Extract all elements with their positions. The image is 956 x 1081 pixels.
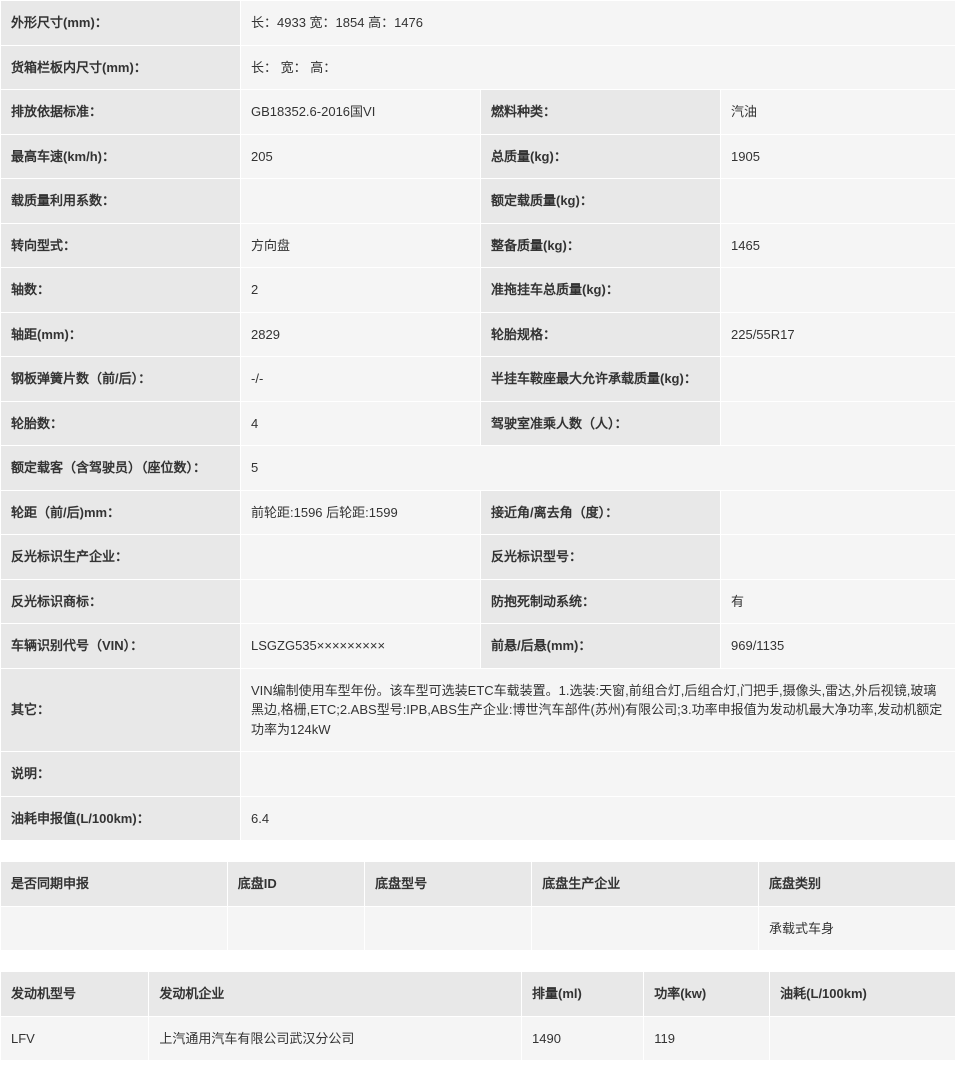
semitrailer-value	[721, 357, 956, 402]
other-label: 其它：	[1, 668, 241, 752]
loadfactor-label: 载质量利用系数：	[1, 179, 241, 224]
ratedpass-value: 5	[241, 446, 956, 491]
other-value: VIN编制使用车型年份。该车型可选装ETC车载装置。1.选装:天窗,前组合灯,后…	[241, 668, 956, 752]
fuel-value: 汽油	[721, 90, 956, 135]
semitrailer-label: 半挂车鞍座最大允许承载质量(kg)：	[481, 357, 721, 402]
engine-row-displacement: 1490	[522, 1016, 644, 1061]
abs-value: 有	[721, 579, 956, 624]
dimensions-label: 外形尺寸(mm)：	[1, 1, 241, 46]
cargo-value: 长： 宽： 高：	[241, 45, 956, 90]
cabseats-label: 驾驶室准乘人数（人）：	[481, 401, 721, 446]
chassis-table: 是否同期申报 底盘ID 底盘型号 底盘生产企业 底盘类别 承载式车身	[0, 861, 956, 951]
axles-label: 轴数：	[1, 268, 241, 313]
engine-header-mfr: 发动机企业	[149, 972, 522, 1017]
fuelcons-label: 油耗申报值(L/100km)：	[1, 796, 241, 841]
totalmass-label: 总质量(kg)：	[481, 134, 721, 179]
reflectbrand-value	[241, 579, 481, 624]
ratedpass-label: 额定载客（含驾驶员）（座位数）：	[1, 446, 241, 491]
fuel-label: 燃料种类：	[481, 90, 721, 135]
chassis-row-mfr	[532, 906, 759, 951]
track-value: 前轮距:1596 后轮距:1599	[241, 490, 481, 535]
note-label: 说明：	[1, 752, 241, 797]
totalmass-value: 1905	[721, 134, 956, 179]
note-value	[241, 752, 956, 797]
maxspeed-label: 最高车速(km/h)：	[1, 134, 241, 179]
engine-header-model: 发动机型号	[1, 972, 149, 1017]
trailermass-label: 准拖挂车总质量(kg)：	[481, 268, 721, 313]
specs-table: 外形尺寸(mm)： 长：4933 宽：1854 高：1476 货箱栏板内尺寸(m…	[0, 0, 956, 841]
chassis-row-type: 承载式车身	[759, 906, 956, 951]
engine-header-displacement: 排量(ml)	[522, 972, 644, 1017]
steering-label: 转向型式：	[1, 223, 241, 268]
cargo-label: 货箱栏板内尺寸(mm)：	[1, 45, 241, 90]
track-label: 轮距（前/后)mm：	[1, 490, 241, 535]
tirespec-value: 225/55R17	[721, 312, 956, 357]
abs-label: 防抱死制动系统：	[481, 579, 721, 624]
ratedload-label: 额定载质量(kg)：	[481, 179, 721, 224]
cabseats-value	[721, 401, 956, 446]
dimensions-value: 长：4933 宽：1854 高：1476	[241, 1, 956, 46]
reflectmodel-value	[721, 535, 956, 580]
chassis-header-id: 底盘ID	[227, 862, 364, 907]
wheelbase-value: 2829	[241, 312, 481, 357]
chassis-header-mfr: 底盘生产企业	[532, 862, 759, 907]
maxspeed-value: 205	[241, 134, 481, 179]
engine-header-fuel: 油耗(L/100km)	[770, 972, 956, 1017]
angle-label: 接近角/离去角（度）：	[481, 490, 721, 535]
reflectmfr-label: 反光标识生产企业：	[1, 535, 241, 580]
chassis-header-type: 底盘类别	[759, 862, 956, 907]
reflectmfr-value	[241, 535, 481, 580]
chassis-row-model	[365, 906, 532, 951]
chassis-header-same-period: 是否同期申报	[1, 862, 228, 907]
chassis-header-model: 底盘型号	[365, 862, 532, 907]
axles-value: 2	[241, 268, 481, 313]
tirecount-value: 4	[241, 401, 481, 446]
chassis-row-id	[227, 906, 364, 951]
engine-row-model: LFV	[1, 1016, 149, 1061]
curbmass-value: 1465	[721, 223, 956, 268]
tirespec-label: 轮胎规格：	[481, 312, 721, 357]
leafspring-label: 钢板弹簧片数（前/后）：	[1, 357, 241, 402]
leafspring-value: -/-	[241, 357, 481, 402]
emission-label: 排放依据标准：	[1, 90, 241, 135]
overhang-value: 969/1135	[721, 624, 956, 669]
wheelbase-label: 轴距(mm)：	[1, 312, 241, 357]
tirecount-label: 轮胎数：	[1, 401, 241, 446]
overhang-label: 前悬/后悬(mm)：	[481, 624, 721, 669]
engine-row-fuel	[770, 1016, 956, 1061]
trailermass-value	[721, 268, 956, 313]
steering-value: 方向盘	[241, 223, 481, 268]
reflectmodel-label: 反光标识型号：	[481, 535, 721, 580]
emission-value: GB18352.6-2016国VI	[241, 90, 481, 135]
ratedload-value	[721, 179, 956, 224]
vin-label: 车辆识别代号（VIN）：	[1, 624, 241, 669]
engine-table: 发动机型号 发动机企业 排量(ml) 功率(kw) 油耗(L/100km) LF…	[0, 971, 956, 1061]
vin-value: LSGZG535×××××××××	[241, 624, 481, 669]
engine-row-power: 119	[644, 1016, 770, 1061]
fuelcons-value: 6.4	[241, 796, 956, 841]
chassis-row-same-period	[1, 906, 228, 951]
engine-header-power: 功率(kw)	[644, 972, 770, 1017]
loadfactor-value	[241, 179, 481, 224]
angle-value	[721, 490, 956, 535]
curbmass-label: 整备质量(kg)：	[481, 223, 721, 268]
reflectbrand-label: 反光标识商标：	[1, 579, 241, 624]
engine-row-mfr: 上汽通用汽车有限公司武汉分公司	[149, 1016, 522, 1061]
